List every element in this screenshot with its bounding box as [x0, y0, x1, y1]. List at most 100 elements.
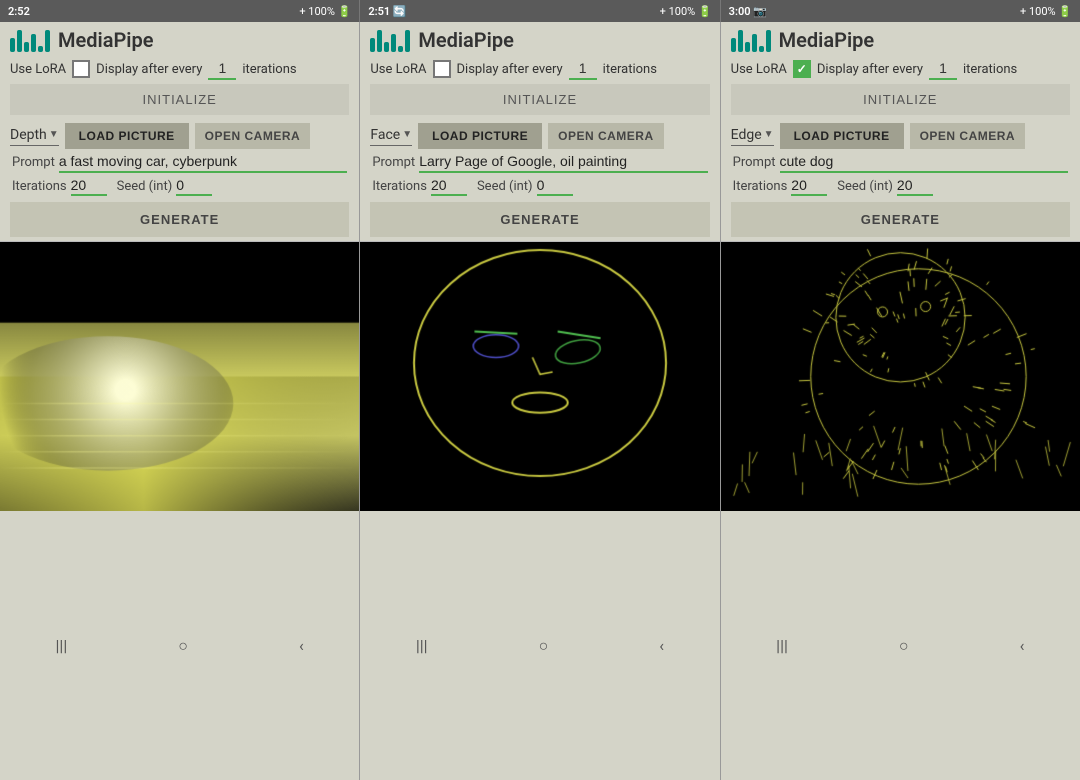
open-camera-button-depth[interactable]: OPEN CAMERA [195, 123, 311, 149]
nav-menu-depth[interactable]: ||| [56, 636, 68, 655]
battery-3: + 100% 🔋 [1020, 5, 1072, 18]
mode-text-face: Face [370, 127, 400, 143]
status-bar-container: 2:52 + 100% 🔋 2:51 🔄 + 100% 🔋 3:00 📷 + 1… [0, 0, 1080, 22]
generate-button-depth[interactable]: GENERATE [10, 202, 349, 237]
initialize-button-depth[interactable]: INITIALIZE [10, 84, 349, 115]
logo-bar-6 [45, 30, 50, 52]
seed-group-depth: Seed (int) [117, 177, 213, 196]
open-camera-button-edge[interactable]: OPEN CAMERA [910, 123, 1026, 149]
time-3: 3:00 📷 [729, 5, 767, 18]
dropdown-arrow-face: ▼ [402, 129, 412, 140]
iterations-suffix-face: iterations [603, 62, 657, 77]
iterations-input-depth[interactable] [71, 177, 107, 196]
generate-button-edge[interactable]: GENERATE [731, 202, 1070, 237]
prompt-label-face: Prompt [372, 155, 415, 170]
controls-row-depth: Use LoRA Display after every iterations [10, 58, 349, 80]
logo-row-edge: MediaPipe [731, 28, 1070, 52]
logo-bar-f5 [398, 46, 403, 52]
logo-bar-e6 [766, 30, 771, 52]
canvas-depth [0, 242, 359, 511]
nav-bar-depth: ||| ○ ‹ [0, 511, 359, 780]
mediapipe-logo-text-depth: MediaPipe [58, 28, 154, 52]
initialize-button-face[interactable]: INITIALIZE [370, 84, 709, 115]
load-picture-button-edge[interactable]: LOAD PICTURE [780, 123, 904, 149]
load-picture-button-depth[interactable]: LOAD PICTURE [65, 123, 189, 149]
logo-bar-f2 [377, 30, 382, 52]
controls-row-face: Use LoRA Display after every iterations [370, 58, 709, 80]
status-bar-1: 2:52 + 100% 🔋 [0, 0, 360, 22]
params-row-edge: Iterations Seed (int) [731, 177, 1070, 196]
mode-text-edge: Edge [731, 127, 762, 143]
lora-checkbox-depth[interactable] [72, 60, 90, 78]
iterations-input-face[interactable] [431, 177, 467, 196]
nav-back-depth[interactable]: ‹ [299, 636, 304, 655]
initialize-button-edge[interactable]: INITIALIZE [731, 84, 1070, 115]
open-camera-button-face[interactable]: OPEN CAMERA [548, 123, 664, 149]
logo-bar-2 [17, 30, 22, 52]
canvas-face [360, 242, 719, 511]
lora-label-depth: Use LoRA [10, 62, 66, 77]
mode-row-depth: Depth ▼ LOAD PICTURE OPEN CAMERA [10, 123, 349, 149]
nav-home-edge[interactable]: ○ [899, 636, 909, 656]
image-area-edge [721, 242, 1080, 511]
seed-input-edge[interactable] [897, 177, 933, 196]
lora-checkbox-face[interactable] [433, 60, 451, 78]
nav-back-edge[interactable]: ‹ [1020, 636, 1025, 655]
lora-checkbox-edge[interactable] [793, 60, 811, 78]
display-after-input-depth[interactable] [208, 58, 236, 80]
prompt-row-face: Prompt [370, 153, 709, 173]
params-row-face: Iterations Seed (int) [370, 177, 709, 196]
iterations-label-edge: Iterations [733, 179, 788, 194]
mode-row-edge: Edge ▼ LOAD PICTURE OPEN CAMERA [731, 123, 1070, 149]
panel-edge-header: MediaPipe Use LoRA Display after every i… [721, 22, 1080, 242]
prompt-input-depth[interactable] [59, 153, 347, 173]
nav-menu-edge[interactable]: ||| [776, 636, 788, 655]
controls-row-edge: Use LoRA Display after every iterations [731, 58, 1070, 80]
iterations-label-depth: Iterations [12, 179, 67, 194]
display-after-label-face: Display after every [457, 62, 563, 77]
logo-bar-e4 [752, 34, 757, 52]
battery-1: + 100% 🔋 [299, 5, 351, 18]
nav-home-depth[interactable]: ○ [178, 636, 188, 656]
nav-menu-face[interactable]: ||| [416, 636, 428, 655]
generate-button-face[interactable]: GENERATE [370, 202, 709, 237]
panels-container: MediaPipe Use LoRA Display after every i… [0, 22, 1080, 780]
prompt-label-edge: Prompt [733, 155, 776, 170]
mode-text-depth: Depth [10, 127, 47, 143]
load-picture-button-face[interactable]: LOAD PICTURE [418, 123, 542, 149]
seed-input-depth[interactable] [176, 177, 212, 196]
time-2: 2:51 🔄 [368, 5, 406, 18]
nav-home-face[interactable]: ○ [539, 636, 549, 656]
nav-bar-face: ||| ○ ‹ [360, 511, 719, 780]
seed-input-face[interactable] [537, 177, 573, 196]
mode-select-face[interactable]: Face ▼ [370, 127, 412, 146]
iterations-input-edge[interactable] [791, 177, 827, 196]
display-after-input-face[interactable] [569, 58, 597, 80]
mode-row-face: Face ▼ LOAD PICTURE OPEN CAMERA [370, 123, 709, 149]
prompt-input-face[interactable] [419, 153, 707, 173]
prompt-row-depth: Prompt [10, 153, 349, 173]
dropdown-arrow-edge: ▼ [764, 129, 774, 140]
mediapipe-logo-icon-face [370, 28, 410, 52]
logo-bar-f4 [391, 34, 396, 52]
logo-bar-1 [10, 38, 15, 52]
display-after-label-edge: Display after every [817, 62, 923, 77]
prompt-input-edge[interactable] [780, 153, 1068, 173]
seed-label-depth: Seed (int) [117, 179, 173, 194]
mediapipe-logo-text-edge: MediaPipe [779, 28, 875, 52]
logo-bar-e5 [759, 46, 764, 52]
nav-back-face[interactable]: ‹ [659, 636, 664, 655]
logo-bar-f3 [384, 42, 389, 52]
mode-select-edge[interactable]: Edge ▼ [731, 127, 774, 146]
canvas-edge [721, 242, 1080, 511]
mode-select-depth[interactable]: Depth ▼ [10, 127, 59, 146]
seed-label-edge: Seed (int) [837, 179, 893, 194]
display-after-input-edge[interactable] [929, 58, 957, 80]
logo-bar-f6 [405, 30, 410, 52]
image-area-depth [0, 242, 359, 511]
iterations-group-edge: Iterations [733, 177, 828, 196]
dropdown-arrow-depth: ▼ [49, 129, 59, 140]
mediapipe-logo-icon-edge [731, 28, 771, 52]
logo-bar-3 [24, 42, 29, 52]
logo-bar-4 [31, 34, 36, 52]
